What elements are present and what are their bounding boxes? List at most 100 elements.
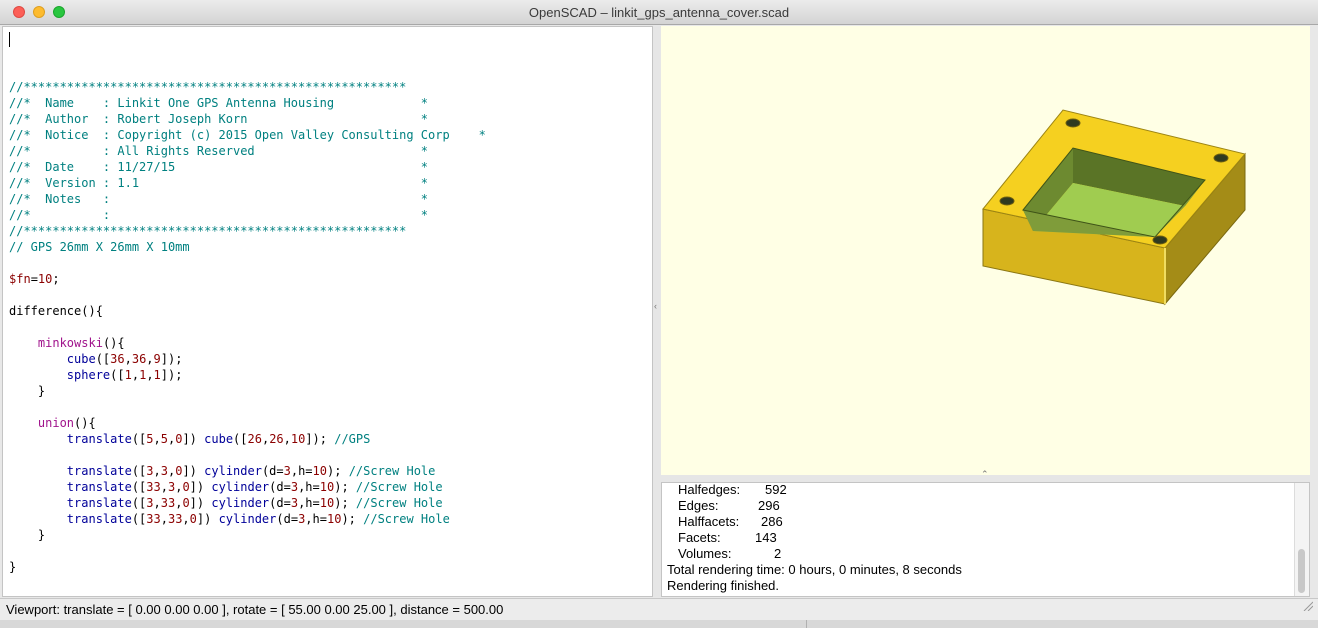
code-token: translate bbox=[66, 464, 132, 478]
code-token: , bbox=[182, 512, 190, 526]
code-token: ]) bbox=[189, 480, 212, 494]
code-token: ([ bbox=[233, 432, 248, 446]
code-token: 3 bbox=[146, 464, 154, 478]
stat-edges: Edges: 296 bbox=[667, 498, 962, 514]
stat-value: 143 bbox=[755, 530, 777, 545]
code-token: ]); bbox=[160, 368, 183, 382]
code-token: //* Date : 11/27/15 * bbox=[9, 160, 429, 174]
screw-hole-left bbox=[999, 196, 1015, 206]
window-bottom-edge bbox=[0, 620, 1318, 628]
code-token: 9 bbox=[153, 352, 161, 366]
code-line: //* : All Rights Reserved * bbox=[9, 143, 486, 159]
code-token: , bbox=[153, 464, 161, 478]
code-line: difference(){ bbox=[9, 303, 486, 319]
code-token: ]) bbox=[196, 512, 219, 526]
code-line: translate([33,3,0]) cylinder(d=3,h=10); … bbox=[9, 479, 486, 495]
code-line: minkowski(){ bbox=[9, 335, 486, 351]
code-token: //Screw Hole bbox=[363, 512, 450, 526]
code-token: ([ bbox=[131, 464, 147, 478]
stat-label: Edges: bbox=[678, 498, 719, 513]
horizontal-splitter[interactable]: ⌃ bbox=[661, 469, 1310, 482]
code-line: } bbox=[9, 383, 486, 399]
code-token: , bbox=[283, 432, 291, 446]
code-token: 1 bbox=[153, 368, 161, 382]
code-token: ([ bbox=[131, 512, 147, 526]
code-token: 10 bbox=[319, 480, 335, 494]
code-token: //Screw Hole bbox=[355, 496, 443, 510]
stat-value: 286 bbox=[761, 514, 783, 529]
code-token: //* Notes : * bbox=[9, 192, 429, 206]
code-token: difference bbox=[9, 304, 82, 318]
stat-label: Volumes: bbox=[678, 546, 732, 561]
code-token: //Screw Hole bbox=[348, 464, 436, 478]
code-token: (){ bbox=[102, 336, 125, 350]
code-token: 33 bbox=[160, 496, 176, 510]
code-token: ); bbox=[327, 464, 349, 478]
resize-grip-icon[interactable] bbox=[1303, 601, 1313, 611]
vertical-splitter[interactable]: ‹ bbox=[653, 26, 661, 597]
code-token: ]) bbox=[189, 496, 212, 510]
code-token: ,h= bbox=[290, 464, 313, 478]
code-token: 1 bbox=[124, 368, 132, 382]
code-token: union bbox=[37, 416, 75, 430]
code-line: //* Name : Linkit One GPS Antenna Housin… bbox=[9, 95, 486, 111]
code-token: cube bbox=[66, 352, 96, 366]
window-title: OpenSCAD – linkit_gps_antenna_cover.scad bbox=[528, 5, 790, 20]
code-token: 3 bbox=[160, 464, 168, 478]
console-scrollbar[interactable] bbox=[1294, 483, 1309, 596]
code-token: 26 bbox=[269, 432, 284, 446]
code-token: , bbox=[146, 368, 154, 382]
code-editor[interactable]: //**************************************… bbox=[2, 26, 653, 597]
code-token: 5 bbox=[160, 432, 168, 446]
code-token: translate bbox=[66, 432, 132, 446]
code-line: sphere([1,1,1]); bbox=[9, 367, 486, 383]
console-panel[interactable]: Halfedges: 592 Edges: 296 Halffacets: 286 F… bbox=[661, 482, 1310, 597]
code-token: 3 bbox=[290, 496, 299, 510]
code-token: (d= bbox=[261, 464, 284, 478]
code-token: 36 bbox=[110, 352, 125, 366]
code-token: = bbox=[30, 272, 38, 286]
render-time: Total rendering time: 0 hours, 0 minutes… bbox=[667, 562, 962, 577]
code-token: 10 bbox=[326, 512, 342, 526]
code-token: 3 bbox=[283, 464, 291, 478]
screw-hole-back bbox=[1065, 118, 1081, 128]
code-token: (d= bbox=[269, 496, 291, 510]
text-cursor bbox=[9, 32, 10, 47]
code-token: ([ bbox=[95, 352, 111, 366]
code-content[interactable]: //**************************************… bbox=[9, 63, 486, 575]
stat-facets: Facets: 143 bbox=[667, 530, 962, 546]
code-token: ([ bbox=[131, 496, 147, 510]
code-token: ]); bbox=[305, 432, 335, 446]
splitter-handle-icon: ‹ bbox=[654, 301, 657, 311]
code-token: minkowski bbox=[37, 336, 103, 350]
code-token: (d= bbox=[269, 480, 291, 494]
code-token: ]); bbox=[160, 352, 183, 366]
code-line: } bbox=[9, 527, 486, 543]
code-token: , bbox=[160, 512, 168, 526]
code-token: //* Name : Linkit One GPS Antenna Housin… bbox=[9, 96, 429, 110]
code-token: cylinder bbox=[211, 496, 270, 510]
code-token: } bbox=[9, 528, 46, 542]
scrollbar-thumb[interactable] bbox=[1298, 549, 1305, 593]
code-token: //* : All Rights Reserved * bbox=[9, 144, 429, 158]
code-token: ]) bbox=[182, 432, 205, 446]
code-token: //* Notice : Copyright (c) 2015 Open Val… bbox=[9, 128, 486, 142]
3d-viewport[interactable] bbox=[661, 26, 1310, 475]
stat-label: Halfedges: bbox=[678, 482, 741, 497]
splitter-handle-icon: ⌃ bbox=[981, 469, 989, 479]
code-token: } bbox=[9, 560, 17, 574]
code-token: //* : * bbox=[9, 208, 429, 222]
model-render bbox=[982, 109, 1246, 306]
code-line: //* Version : 1.1 * bbox=[9, 175, 486, 191]
code-token: 10 bbox=[37, 272, 53, 286]
screw-hole-right bbox=[1213, 153, 1229, 163]
code-token: ; bbox=[52, 272, 60, 286]
stat-value: 592 bbox=[765, 482, 787, 497]
code-token: translate bbox=[66, 512, 132, 526]
